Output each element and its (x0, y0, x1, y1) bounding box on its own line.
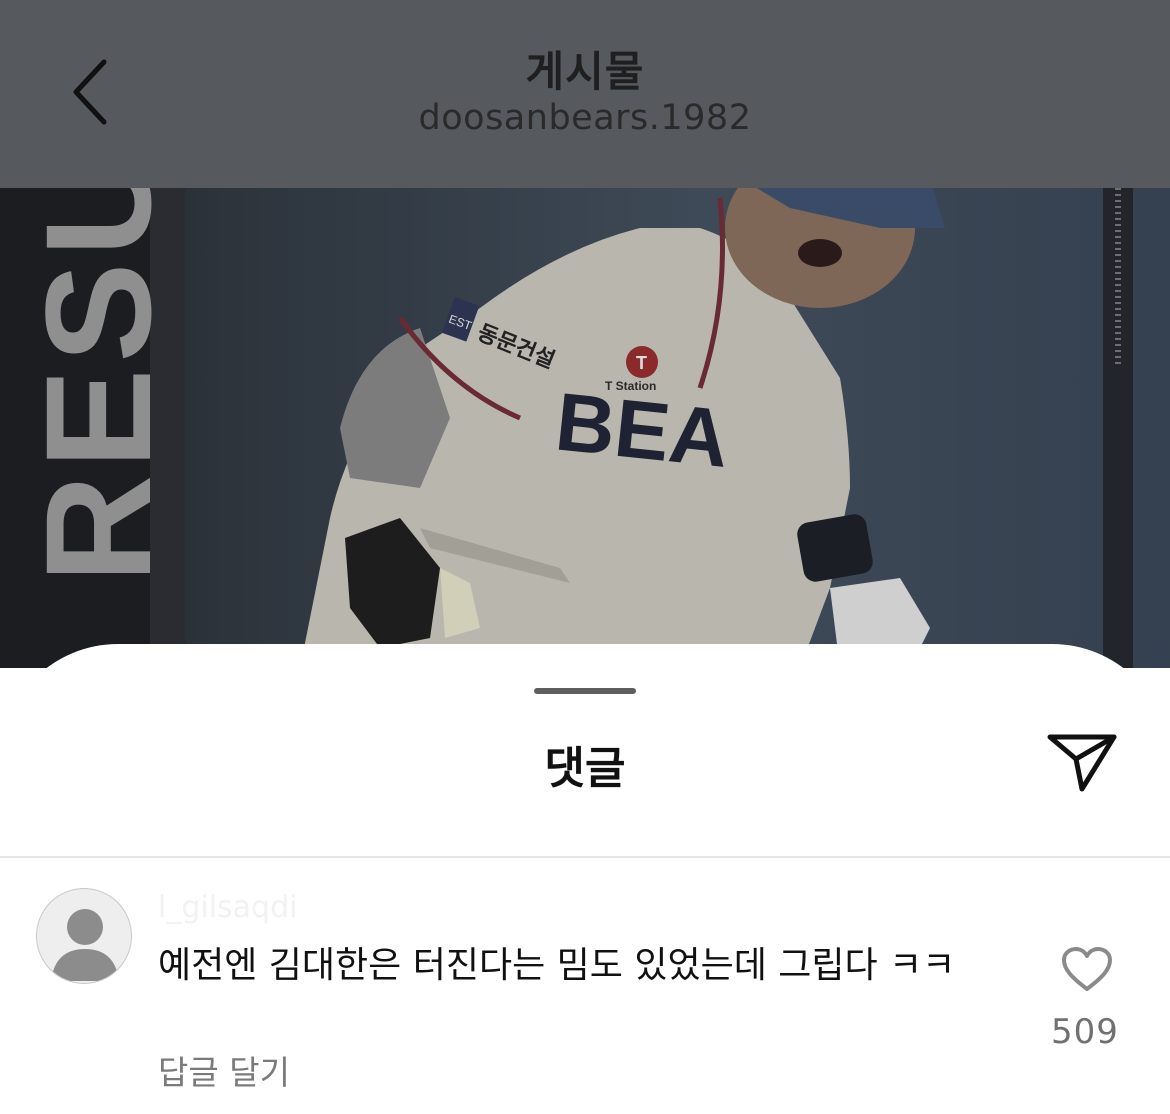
post-image[interactable]: RESU EST 동문건설 T T Station BEA (0, 188, 1170, 668)
reply-button[interactable]: 답글 달기 (158, 1046, 290, 1094)
paper-plane-icon (1047, 734, 1117, 792)
post-header: 게시물 doosanbears.1982 (0, 0, 1170, 188)
comments-title: 댓글 (544, 743, 626, 794)
default-avatar-icon (51, 909, 119, 981)
jersey-text: BEA (551, 376, 733, 485)
divider (0, 856, 1170, 858)
commenter-avatar[interactable] (36, 888, 132, 984)
page-title: 게시물 (525, 47, 645, 96)
comment-text: 예전엔 김대한은 터진다는 밈도 있었는데 그립다 ㅋㅋ (158, 945, 956, 986)
side-graphic-text: RESU (14, 188, 182, 583)
like-button[interactable] (1056, 942, 1118, 998)
sponsor-letter: T (636, 353, 647, 373)
account-name[interactable]: doosanbears.1982 (0, 98, 1170, 138)
share-button[interactable] (1042, 728, 1122, 798)
comments-sheet: 댓글 l_gilsaqdi 예전엔 김대한은 터진다는 밈도 있었는데 그립다 … (0, 644, 1170, 1114)
commenter-username[interactable]: l_gilsaqdi (158, 890, 297, 925)
heart-icon (1062, 947, 1112, 991)
sheet-grabber[interactable] (534, 688, 636, 694)
like-count: 509 (1051, 1012, 1119, 1052)
